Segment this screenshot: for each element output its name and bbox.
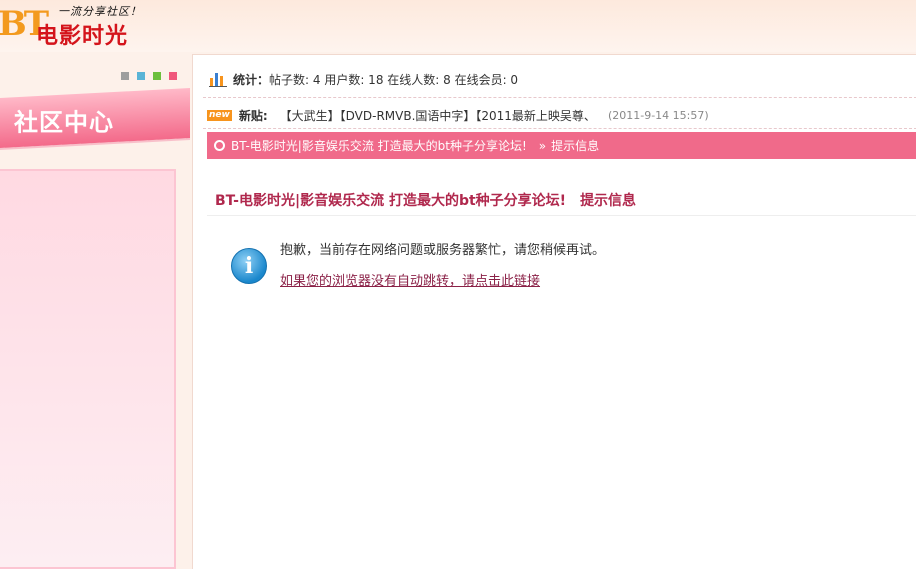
divider (203, 128, 916, 129)
left-sidebar: 社区中心 (0, 52, 192, 569)
header-band: BT 一流分享社区！ 电影时光 (0, 0, 916, 52)
latest-post-label: 新贴: (238, 108, 268, 123)
stats-bar: 统计： 帖子数: 4 用户数: 18 在线人数: 8 在线会员: 0 (209, 67, 518, 91)
stats-text: 帖子数: 4 用户数: 18 在线人数: 8 在线会员: 0 (269, 72, 519, 87)
site-logo[interactable]: BT 一流分享社区！ 电影时光 (0, 2, 180, 50)
breadcrumb-home-link[interactable]: BT-电影时光|影音娱乐交流 打造最大的bt种子分享论坛! (231, 137, 527, 154)
stats-label: 统计： (233, 72, 270, 87)
message-title-site: BT-电影时光|影音娱乐交流 打造最大的bt种子分享论坛! (215, 193, 567, 209)
redirect-link[interactable]: 如果您的浏览器没有自动跳转，请点击此链接 (280, 270, 540, 289)
new-badge-icon: new (207, 109, 232, 121)
bar-chart-icon (209, 73, 227, 87)
main-content: 统计： 帖子数: 4 用户数: 18 在线人数: 8 在线会员: 0 new 新… (192, 54, 916, 569)
green-square-icon (153, 72, 161, 80)
bullet-icon (214, 140, 225, 151)
latest-post-link[interactable]: 【大武生】【DVD-RMVB.国语中字】【2011最新上映吴尊、 (280, 107, 596, 124)
logo-name: 电影时光 (36, 24, 129, 49)
message-title: BT-电影时光|影音娱乐交流 打造最大的bt种子分享论坛! 提示信息 (215, 190, 636, 210)
breadcrumb: BT-电影时光|影音娱乐交流 打造最大的bt种子分享论坛! » 提示信息 (207, 132, 916, 159)
info-icon: i (231, 248, 267, 284)
blue-square-icon (137, 72, 145, 80)
latest-post-bar: new 新贴: 【大武生】【DVD-RMVB.国语中字】【2011最新上映吴尊、… (207, 105, 709, 125)
gray-square-icon (121, 72, 129, 80)
breadcrumb-separator: » (538, 138, 547, 153)
color-dots (121, 72, 177, 80)
community-center-banner: 社区中心 (0, 88, 190, 148)
community-center-title: 社区中心 (14, 108, 114, 137)
latest-post-time: (2011-9-14 15:57) (607, 108, 709, 122)
sidebar-panel (0, 169, 176, 569)
logo-slogan: 一流分享社区！ (58, 5, 142, 18)
error-message: 抱歉，当前存在网络问题或服务器繁忙，请您稍候再试。 (280, 243, 606, 258)
pink-square-icon (169, 72, 177, 80)
breadcrumb-current: 提示信息 (551, 139, 600, 153)
message-title-suffix: 提示信息 (580, 193, 637, 209)
divider (207, 215, 916, 216)
divider (203, 97, 916, 98)
